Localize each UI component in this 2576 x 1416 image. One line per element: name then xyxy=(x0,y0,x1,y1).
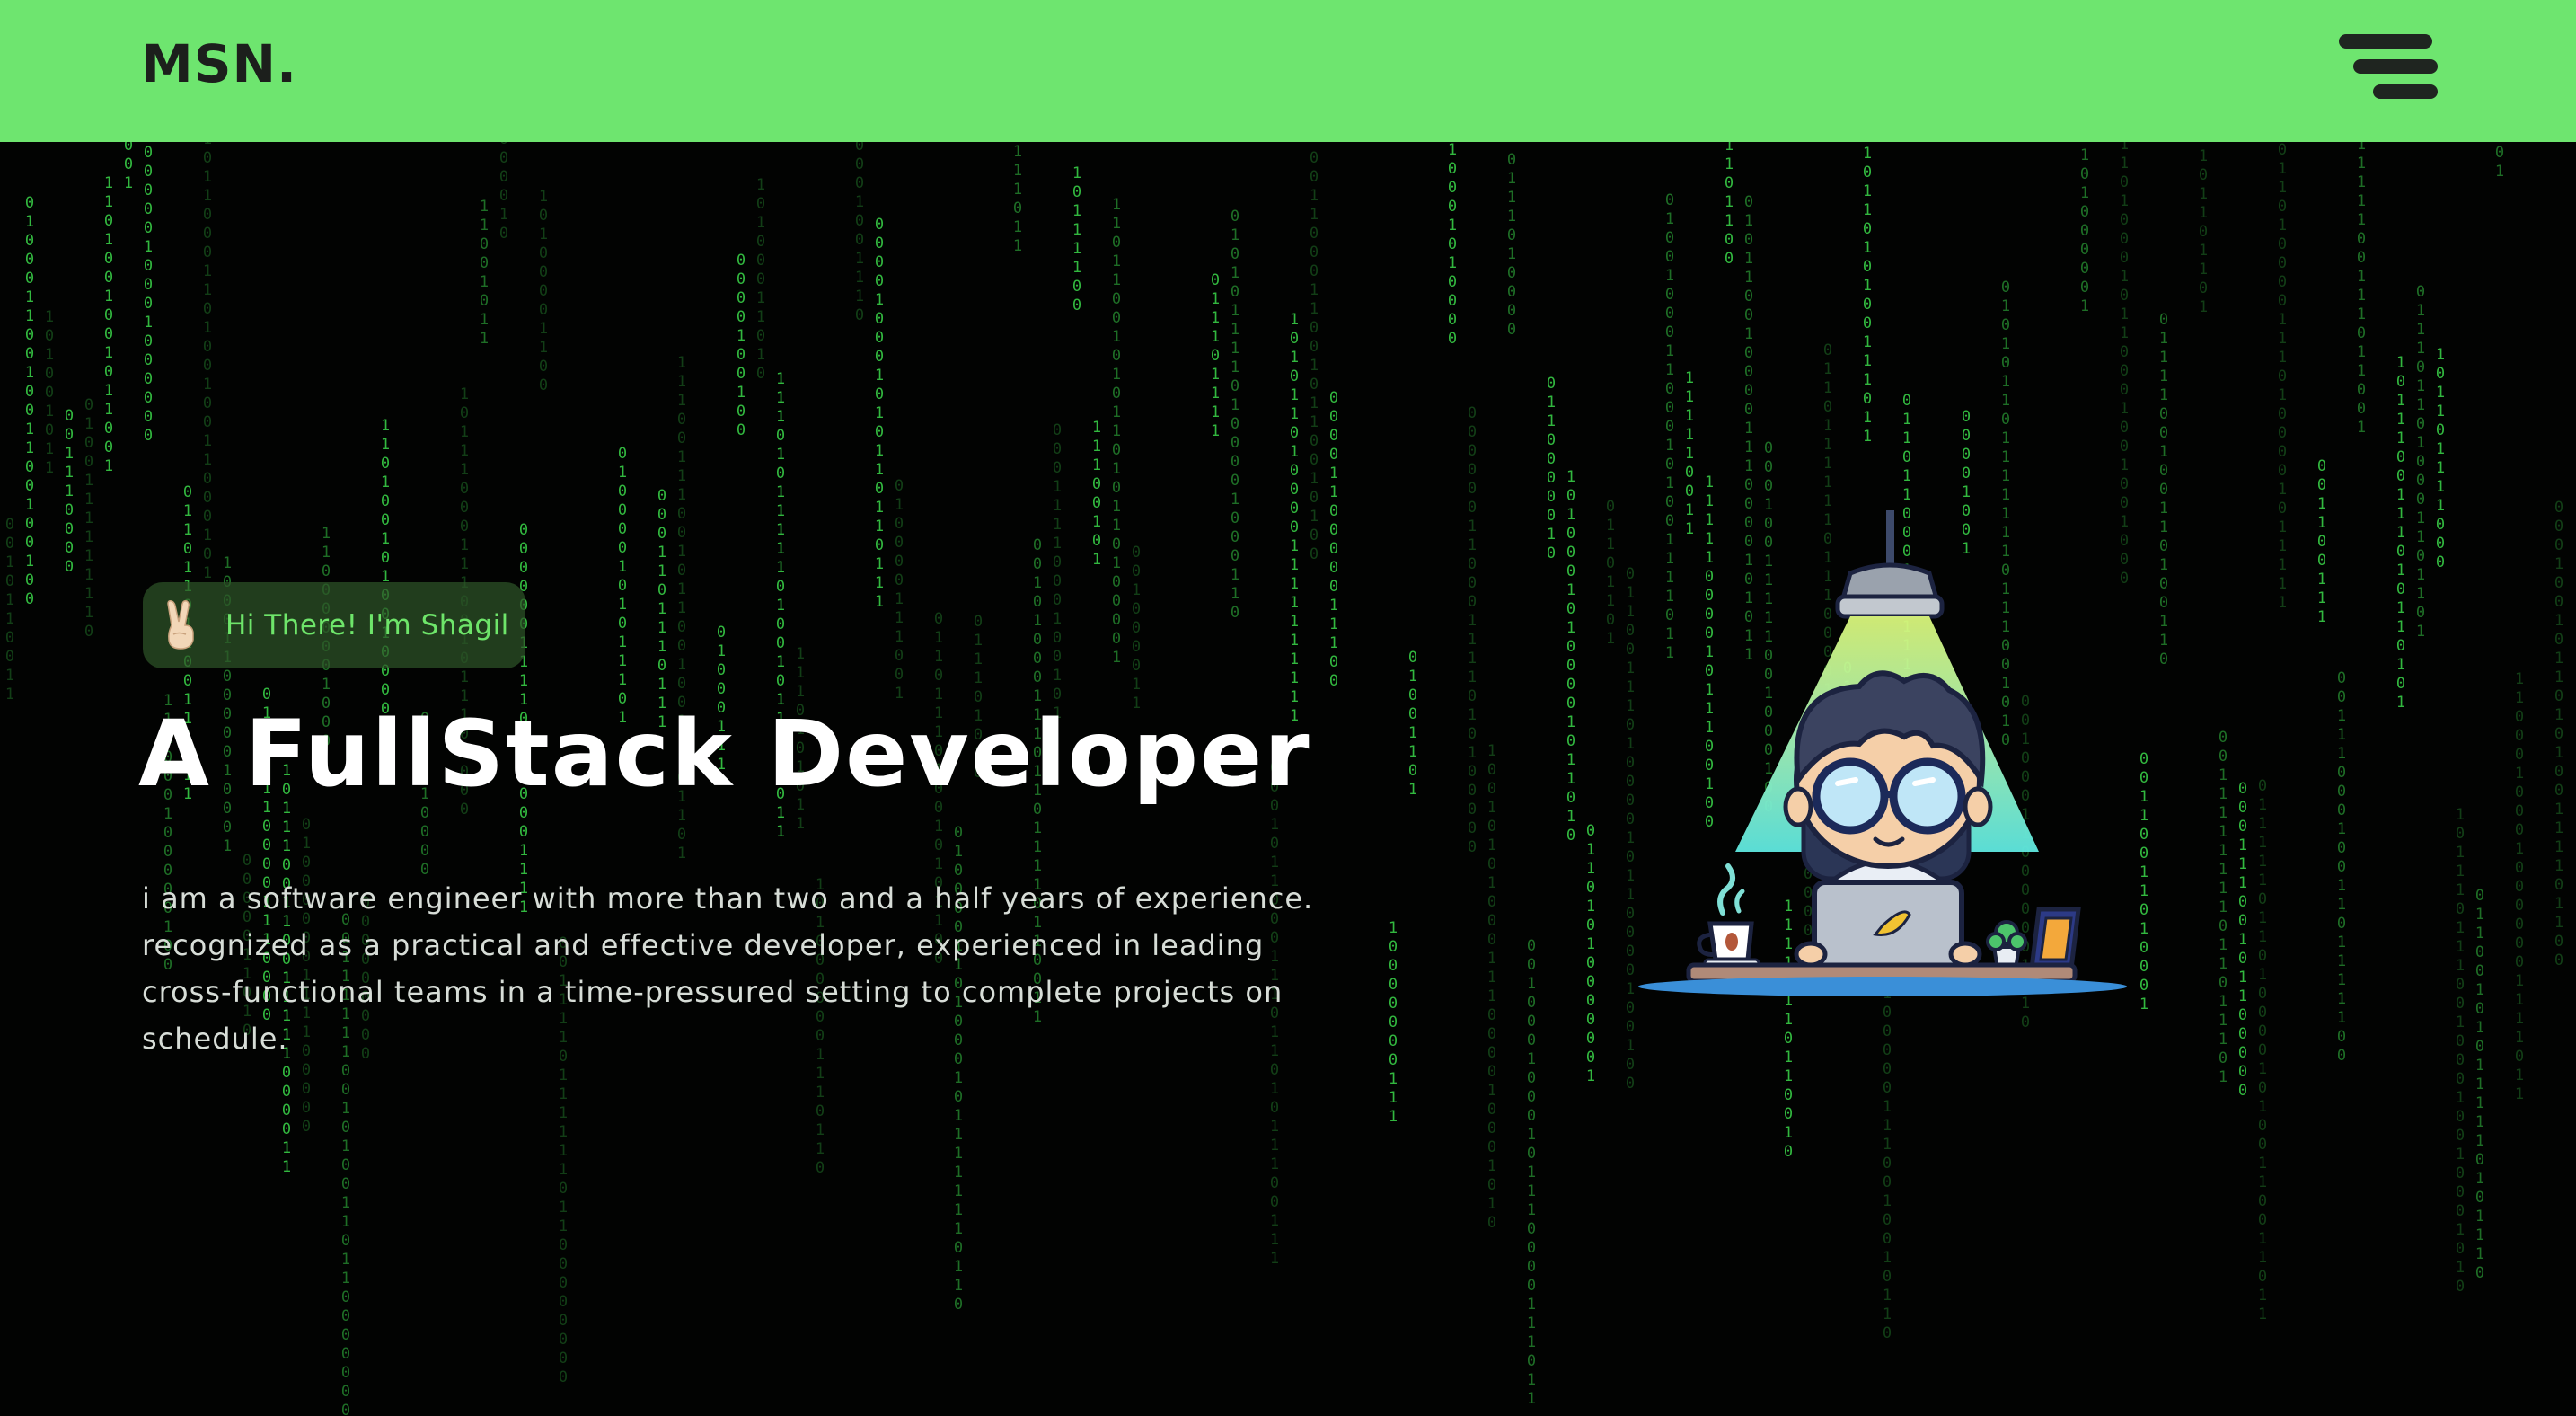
site-logo[interactable]: MSN. xyxy=(141,36,297,92)
menu-bar xyxy=(2353,59,2438,74)
developer-illustration xyxy=(1638,510,2127,996)
victory-hand-icon xyxy=(167,600,194,650)
menu-bar xyxy=(2339,34,2432,49)
hero-section: Hi There! I'm Shagil A FullStack Develop… xyxy=(0,142,2576,1416)
page: 0 0 1 0 1 1 0 0 1 10 1 0 0 0 1 1 0 0 1 0… xyxy=(0,0,2576,1416)
hero-description: i am a software engineer with more than … xyxy=(142,881,1314,1056)
menu-bar xyxy=(2373,84,2438,99)
top-navbar: MSN. xyxy=(0,0,2576,142)
greeting-badge: Hi There! I'm Shagil xyxy=(143,582,525,668)
hamburger-menu-icon[interactable] xyxy=(2335,32,2443,104)
hero-title: A FullStack Developer xyxy=(138,701,1311,808)
greeting-text: Hi There! I'm Shagil xyxy=(225,609,509,642)
